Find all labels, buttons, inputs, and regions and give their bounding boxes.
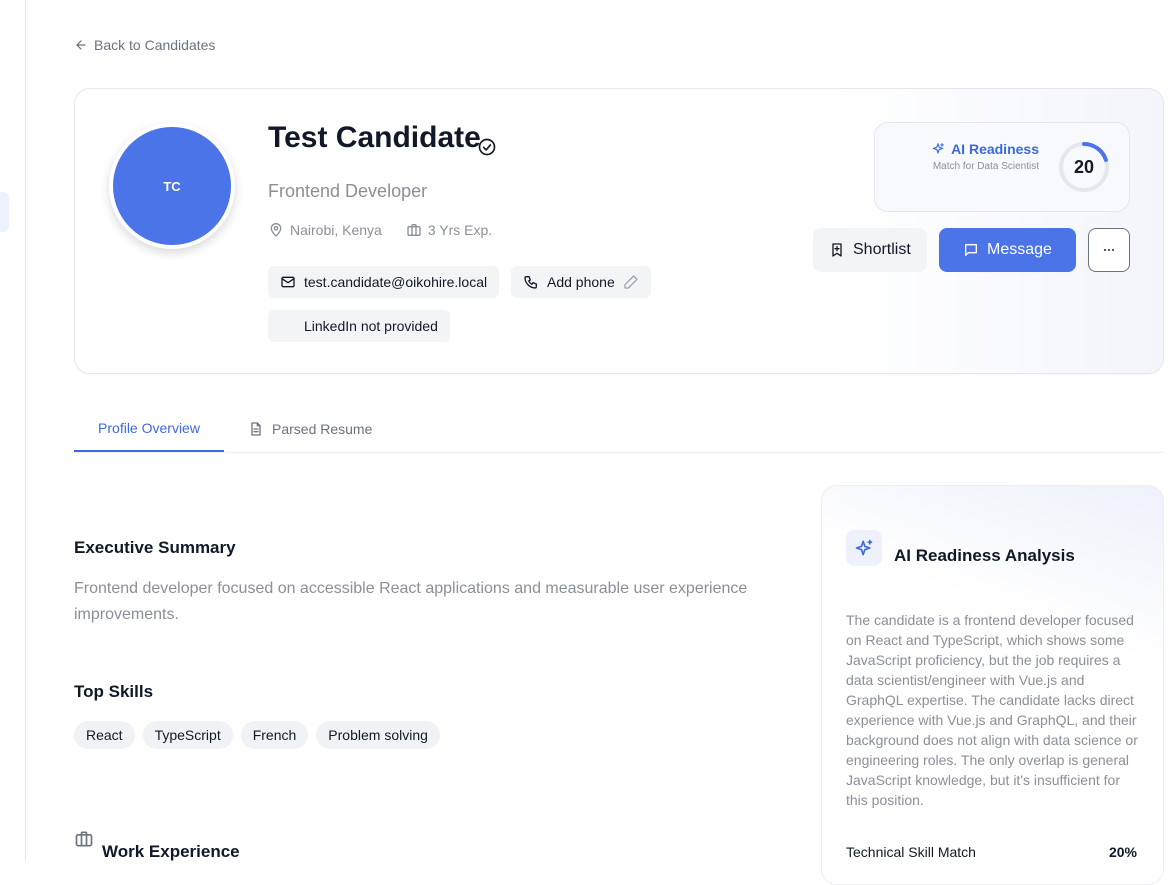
bookmark-plus-icon [832, 243, 842, 257]
sparkles-icon [855, 539, 873, 556]
technical-skill-match-value: 20% [1108, 844, 1137, 860]
shortlist-button[interactable]: Shortlist [813, 228, 927, 272]
skill-tag: React [74, 721, 135, 749]
chat-icon [965, 244, 977, 256]
analysis-icon-box [846, 530, 882, 566]
sidebar [0, 0, 26, 860]
candidate-profile-card: TC Test Candidate Frontend Developer Nai… [74, 88, 1164, 374]
email-chip[interactable]: test.candidate@oikohire.local [268, 266, 500, 298]
work-experience-heading: Work Experience [102, 842, 240, 861]
shortlist-label: Shortlist [853, 241, 911, 258]
message-button[interactable]: Message [939, 228, 1076, 272]
ai-readiness-title: AI Readiness [931, 141, 1039, 157]
back-link-label: Back to Candidates [94, 37, 216, 53]
skills-list: React TypeScript French Problem solving [74, 721, 440, 749]
tab-label: Parsed Resume [272, 421, 373, 437]
more-options-button[interactable] [1088, 228, 1130, 272]
tab-parsed-resume[interactable]: Parsed Resume [248, 406, 372, 452]
skill-tag: French [240, 721, 309, 749]
more-horizontal-icon [1103, 248, 1115, 252]
top-skills-heading: Top Skills [74, 682, 154, 701]
experience-label: 3 Yrs Exp. [427, 222, 493, 238]
ai-readiness-analysis-panel: AI Readiness Analysis The candidate is a… [821, 485, 1164, 885]
avatar: TC [109, 123, 235, 249]
ai-readiness-label: AI Readiness [951, 141, 1039, 157]
executive-summary-heading: Executive Summary [74, 538, 236, 557]
sparkles-icon [932, 143, 944, 154]
mail-icon [281, 276, 295, 288]
pencil-icon[interactable] [623, 274, 639, 290]
verified-check-icon [478, 138, 496, 156]
skill-tag: Problem solving [316, 721, 440, 749]
file-text-icon [251, 422, 261, 436]
avatar-initials: TC [163, 178, 181, 194]
candidate-role: Frontend Developer [268, 181, 428, 201]
briefcase-icon [407, 224, 421, 236]
email-label: test.candidate@oikohire.local [304, 274, 488, 290]
tab-profile-overview[interactable]: Profile Overview [74, 406, 224, 452]
linkedin-chip: LinkedIn not provided [268, 310, 450, 342]
back-to-candidates-link[interactable]: Back to Candidates [74, 37, 215, 53]
location-label: Nairobi, Kenya [290, 222, 382, 238]
profile-tabs: Profile Overview Parsed Resume [74, 406, 1164, 453]
ai-readiness-score-card: AI Readiness Match for Data Scientist 20 [874, 122, 1130, 212]
phone-label: Add phone [547, 274, 615, 290]
ai-readiness-subtitle: Match for Data Scientist [932, 161, 1039, 172]
briefcase-icon [75, 831, 93, 847]
candidate-name: Test Candidate [268, 121, 481, 154]
score-value: 20 [1073, 156, 1095, 177]
map-pin-icon [270, 223, 282, 237]
executive-summary-text: Frontend developer focused on accessible… [74, 580, 748, 623]
linkedin-label: LinkedIn not provided [304, 318, 438, 334]
analysis-title: AI Readiness Analysis [894, 546, 1075, 565]
location: Nairobi, Kenya [268, 222, 382, 238]
tab-label: Profile Overview [98, 420, 200, 436]
phone-icon [524, 276, 537, 289]
message-label: Message [987, 241, 1052, 258]
skill-tag: TypeScript [142, 721, 233, 749]
technical-skill-match-label: Technical Skill Match [846, 844, 976, 860]
analysis-text: The candidate is a frontend developer fo… [846, 612, 1138, 808]
experience: 3 Yrs Exp. [406, 222, 492, 238]
add-phone-chip[interactable]: Add phone [511, 266, 651, 298]
arrow-left-icon [76, 40, 86, 50]
sidebar-active-item[interactable] [0, 192, 9, 232]
candidate-meta: Nairobi, Kenya 3 Yrs Exp. [268, 222, 492, 238]
